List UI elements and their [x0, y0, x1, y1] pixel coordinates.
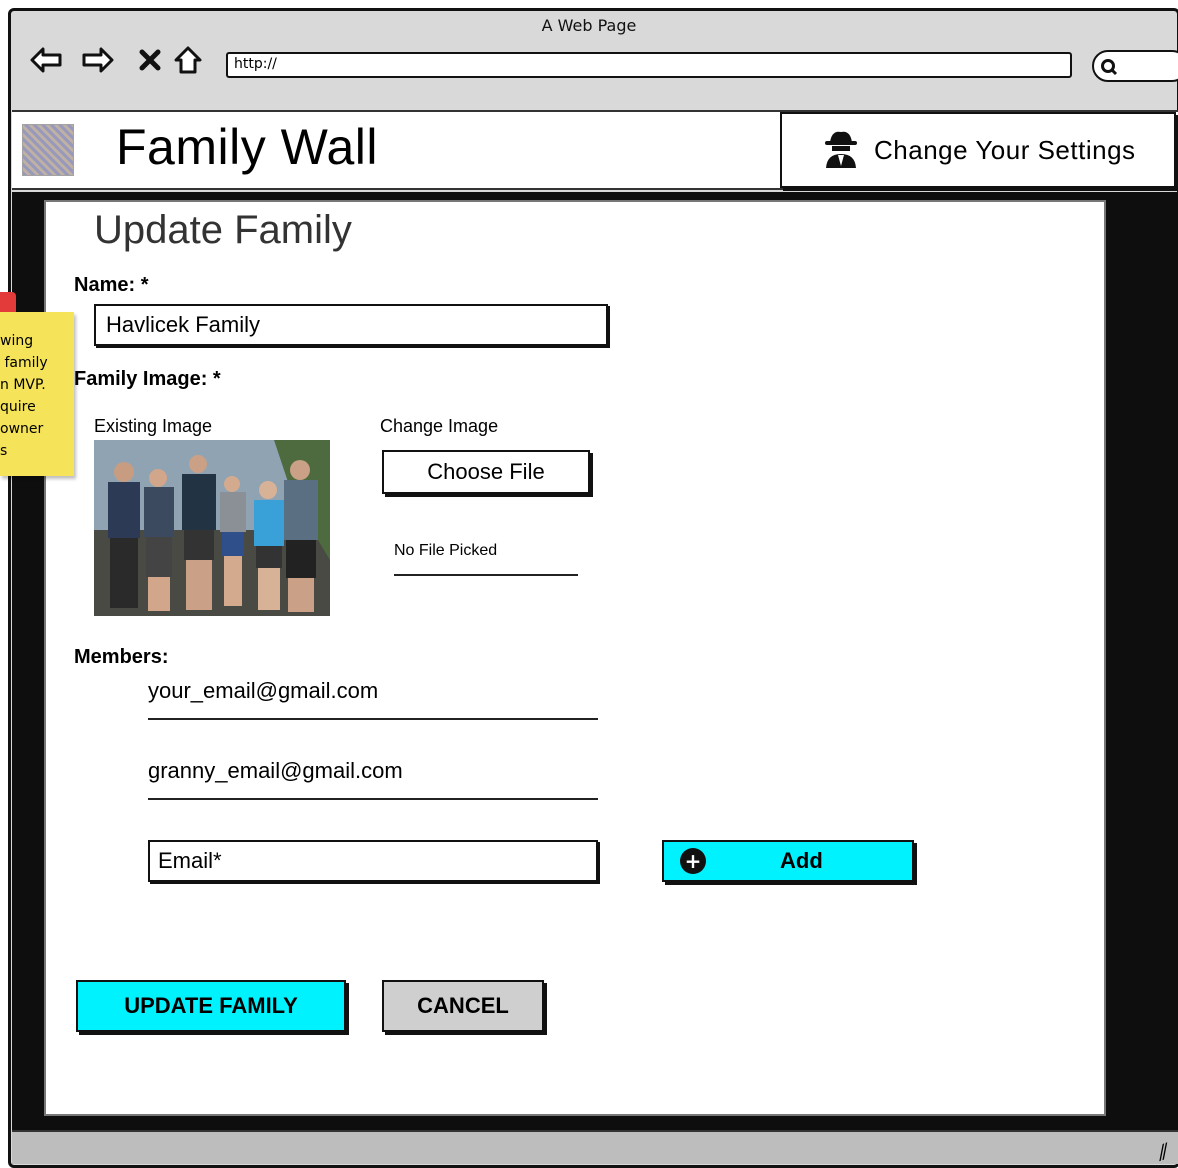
update-family-button[interactable]: UPDATE FAMILY — [76, 980, 346, 1032]
member-email-1: your_email@gmail.com — [148, 678, 379, 703]
spy-icon — [822, 128, 860, 172]
no-file-picked-text: No File Picked — [394, 542, 498, 559]
members-label: Members: — [74, 646, 169, 668]
choose-file-button[interactable]: Choose File — [382, 450, 590, 494]
status-bar — [12, 1130, 1178, 1164]
window-title: A Web Page — [541, 16, 637, 35]
family-image-label: Family Image: * — [74, 368, 221, 390]
sticky-note: wing family n MVP. quire owner s — [0, 312, 74, 476]
change-image-label: Change Image — [380, 416, 499, 436]
add-button-label: Add — [780, 848, 823, 873]
back-arrow-icon[interactable] — [28, 40, 64, 80]
change-settings-button[interactable]: Change Your Settings — [780, 112, 1176, 188]
home-icon[interactable] — [170, 40, 206, 80]
file-name-underline — [394, 574, 578, 576]
search-icon[interactable] — [1100, 58, 1118, 80]
cancel-button[interactable]: CANCEL — [382, 980, 544, 1032]
new-member-email-input[interactable]: Email* — [148, 840, 598, 882]
url-input[interactable]: http:// — [226, 52, 1072, 78]
add-member-button[interactable]: + Add — [662, 840, 914, 882]
app-title: Family Wall — [116, 119, 378, 175]
member-email-2: granny_email@gmail.com — [148, 758, 403, 783]
plus-circle-icon: + — [680, 848, 706, 874]
name-label: Name: * — [74, 274, 149, 296]
family-photo — [94, 440, 330, 616]
page-title: Update Family — [94, 208, 352, 252]
change-settings-label: Change Your Settings — [874, 134, 1136, 165]
existing-image-label: Existing Image — [94, 416, 213, 436]
member-underline-1 — [148, 718, 598, 720]
forward-arrow-icon[interactable] — [80, 40, 116, 80]
member-underline-2 — [148, 798, 598, 800]
family-name-input[interactable]: Havlicek Family — [94, 304, 608, 346]
stop-icon[interactable] — [132, 40, 168, 80]
family-logo-image — [22, 124, 74, 176]
